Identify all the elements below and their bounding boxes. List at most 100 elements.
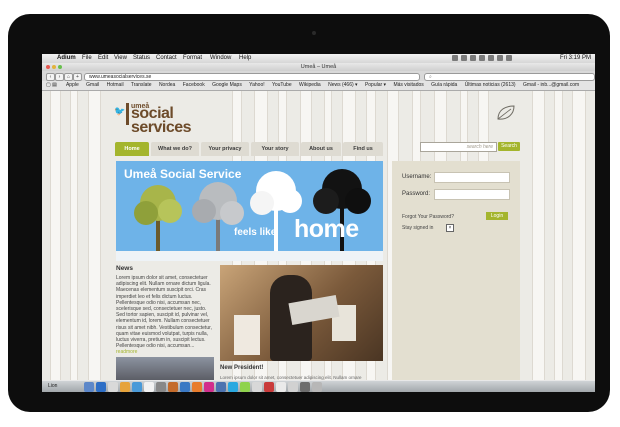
dock: Lion bbox=[42, 380, 595, 392]
photoshop-icon[interactable] bbox=[180, 382, 190, 392]
read-more-link[interactable]: readmore bbox=[116, 349, 137, 355]
forgot-password-link[interactable]: Forgot Your Password? bbox=[402, 214, 454, 220]
nav-what-we-do[interactable]: What we do? bbox=[151, 142, 199, 156]
adium-status-icon[interactable] bbox=[452, 55, 458, 61]
nav-about-us[interactable]: About us bbox=[301, 142, 341, 156]
back-button[interactable]: ‹ bbox=[46, 73, 55, 81]
bookmark-item[interactable]: YouTube bbox=[272, 82, 292, 88]
stay-signed-in-checkbox[interactable]: × bbox=[446, 224, 454, 232]
menu-view[interactable]: View bbox=[114, 54, 127, 63]
minimize-window-icon[interactable] bbox=[52, 65, 56, 69]
bookmark-item[interactable]: Hotmail bbox=[107, 82, 124, 88]
preview-icon[interactable] bbox=[144, 382, 154, 392]
bookmark-item[interactable]: Apple bbox=[66, 82, 79, 88]
menu-status[interactable]: Status bbox=[133, 54, 150, 63]
password-field[interactable] bbox=[434, 189, 510, 200]
flag-icon[interactable] bbox=[506, 55, 512, 61]
ical-icon[interactable] bbox=[120, 382, 130, 392]
bookmark-item[interactable]: Nordea bbox=[159, 82, 175, 88]
bookmark-item[interactable]: Más visitados bbox=[393, 82, 423, 88]
banner-title: Umeå Social Service bbox=[124, 167, 242, 181]
stay-signed-in-label: Stay signed in bbox=[402, 225, 434, 231]
photo-sign-left bbox=[234, 315, 260, 355]
address-bar[interactable]: www.umeasocialservices.se bbox=[84, 73, 420, 81]
news-heading: News bbox=[116, 265, 133, 272]
camera-icon bbox=[312, 31, 316, 35]
banner-ground bbox=[116, 251, 383, 261]
nav-your-story[interactable]: Your story bbox=[251, 142, 299, 156]
dock-label: Lion bbox=[48, 383, 58, 389]
skype-icon[interactable] bbox=[228, 382, 238, 392]
news-photo[interactable] bbox=[220, 265, 383, 361]
mail-icon[interactable] bbox=[108, 382, 118, 392]
password-label: Password: bbox=[402, 191, 431, 197]
hero-banner: Umeå Social Service feels like home bbox=[116, 161, 383, 261]
nav-your-privacy[interactable]: Your privacy bbox=[201, 142, 249, 156]
finder-icon[interactable] bbox=[84, 382, 94, 392]
battery-icon[interactable] bbox=[497, 55, 503, 61]
zoom-window-icon[interactable] bbox=[58, 65, 62, 69]
bookmark-item[interactable]: Facebook bbox=[183, 82, 205, 88]
downloads-icon[interactable] bbox=[300, 382, 310, 392]
document-icon[interactable] bbox=[288, 382, 298, 392]
bird-icon: 🐦 bbox=[114, 106, 126, 116]
window-titlebar: Umeå – Umeå bbox=[42, 63, 595, 71]
menu-format[interactable]: Format bbox=[183, 54, 202, 63]
site-search-input[interactable]: search here bbox=[420, 142, 497, 152]
login-panel: Username: Password: Forgot Your Password… bbox=[392, 161, 520, 380]
bookmark-item[interactable]: Gmail bbox=[86, 82, 99, 88]
vlc-icon[interactable] bbox=[168, 382, 178, 392]
bookmark-item[interactable]: Google Maps bbox=[212, 82, 242, 88]
news-thumbnail[interactable] bbox=[116, 357, 214, 380]
window-controls bbox=[46, 65, 62, 69]
bluetooth-icon[interactable] bbox=[470, 55, 476, 61]
nav-find-us[interactable]: Find us bbox=[343, 142, 383, 156]
site-logo[interactable]: 🐦 umeå social services bbox=[114, 101, 219, 136]
menu-help[interactable]: Help bbox=[239, 54, 251, 63]
menu-file[interactable]: File bbox=[82, 54, 92, 63]
volume-icon[interactable] bbox=[488, 55, 494, 61]
wifi-icon[interactable] bbox=[479, 55, 485, 61]
illustrator-icon[interactable] bbox=[192, 382, 202, 392]
bookmark-item[interactable]: Últimas noticias (2613) bbox=[465, 82, 516, 88]
search-field[interactable]: ⌕ bbox=[424, 73, 595, 81]
menu-edit[interactable]: Edit bbox=[98, 54, 108, 63]
username-field[interactable] bbox=[434, 172, 510, 183]
adium-icon[interactable] bbox=[240, 382, 250, 392]
nav-home[interactable]: Home bbox=[115, 142, 149, 156]
indesign-icon[interactable] bbox=[204, 382, 214, 392]
home-button[interactable]: ⌂ bbox=[64, 73, 73, 81]
new-president-heading[interactable]: New President! bbox=[220, 365, 263, 371]
reading-list-icon[interactable]: ▢ ▤ bbox=[46, 81, 57, 90]
login-button[interactable]: Login bbox=[486, 212, 508, 220]
menu-contact[interactable]: Contact bbox=[156, 54, 177, 63]
forward-button[interactable]: › bbox=[55, 73, 64, 81]
trash-icon[interactable] bbox=[312, 382, 322, 392]
bookmark-item[interactable]: News (466) ▾ bbox=[328, 82, 357, 88]
menu-app-name[interactable]: Adium bbox=[57, 54, 76, 63]
itunes-icon[interactable] bbox=[132, 382, 142, 392]
site-search-button[interactable]: Search bbox=[498, 142, 520, 151]
banner-tagline: feels like bbox=[234, 227, 277, 238]
news-text: Lorem ipsum dolor sit amet, consectetuer… bbox=[116, 275, 212, 350]
stack-icon[interactable] bbox=[276, 382, 286, 392]
clock[interactable]: Fri 3:19 PM bbox=[560, 54, 591, 63]
bookmark-item[interactable]: Guía rápida bbox=[431, 82, 457, 88]
news-section: News Lorem ipsum dolor sit amet, consect… bbox=[116, 265, 216, 380]
textedit-icon[interactable] bbox=[252, 382, 262, 392]
username-label: Username: bbox=[402, 174, 432, 180]
leaf-icon bbox=[497, 105, 515, 120]
dropbox-icon[interactable] bbox=[461, 55, 467, 61]
system-preferences-icon[interactable] bbox=[156, 382, 166, 392]
menu-window[interactable]: Window bbox=[210, 54, 231, 63]
add-bookmark-button[interactable]: + bbox=[73, 73, 82, 81]
bridge-icon[interactable] bbox=[216, 382, 226, 392]
bookmark-item[interactable]: Yahoo! bbox=[249, 82, 264, 88]
acrobat-icon[interactable] bbox=[264, 382, 274, 392]
safari-icon[interactable] bbox=[96, 382, 106, 392]
bookmark-item[interactable]: Wikipedia bbox=[299, 82, 321, 88]
bookmark-item[interactable]: Gmail - inb...@gmail.com bbox=[523, 82, 579, 88]
bookmark-item[interactable]: Popular ▾ bbox=[365, 82, 386, 88]
bookmark-item[interactable]: Translate bbox=[131, 82, 152, 88]
close-window-icon[interactable] bbox=[46, 65, 50, 69]
